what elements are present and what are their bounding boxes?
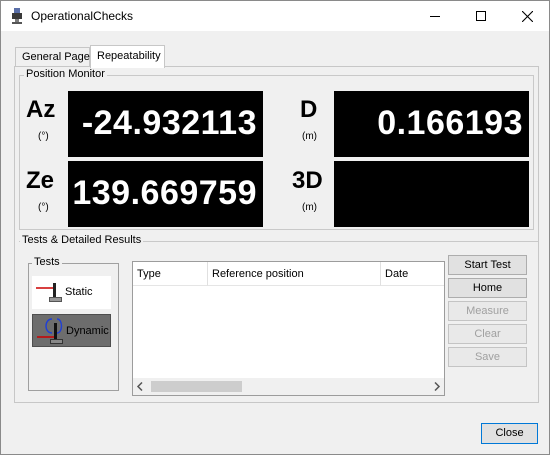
close-icon — [521, 10, 533, 22]
app-icon — [12, 8, 22, 24]
repeatability-panel: Position Monitor Az (°) -24.932113 Ze (°… — [14, 66, 539, 403]
az-label: Az — [26, 96, 56, 123]
dialog-window: OperationalChecks General Page Repeatabi… — [0, 0, 550, 455]
clear-button[interactable]: Clear — [448, 324, 527, 344]
results-table[interactable]: Type Reference position Date — [132, 261, 445, 396]
position-monitor-group: Position Monitor Az (°) -24.932113 Ze (°… — [19, 68, 534, 230]
tests-group-label: Tests — [32, 256, 62, 268]
close-button[interactable]: Close — [481, 423, 538, 444]
window-title: OperationalChecks — [31, 9, 134, 23]
column-header-reference-position[interactable]: Reference position — [208, 262, 381, 286]
title-bar[interactable]: OperationalChecks — [1, 1, 549, 31]
d3-display — [334, 161, 529, 227]
scroll-left-icon[interactable] — [136, 382, 144, 391]
d-label: D — [300, 96, 318, 123]
measure-button[interactable]: Measure — [448, 301, 527, 321]
static-test-button[interactable]: Static — [32, 276, 111, 309]
tests-results-label: Tests & Detailed Results — [20, 234, 144, 246]
az-unit: (°) — [38, 131, 49, 142]
tests-group: Tests Static Dynamic — [28, 256, 119, 391]
horizontal-scrollbar[interactable] — [133, 378, 444, 395]
dynamic-test-icon — [37, 318, 63, 344]
minimize-button[interactable] — [412, 1, 458, 31]
position-monitor-label: Position Monitor — [24, 68, 107, 80]
ze-display: 139.669759 — [68, 161, 263, 227]
scroll-right-icon[interactable] — [433, 382, 441, 391]
static-test-icon — [36, 283, 62, 302]
column-header-type[interactable]: Type — [133, 262, 208, 286]
az-display: -24.932113 — [68, 91, 263, 157]
d3-label: 3D — [292, 167, 323, 194]
d3-unit: (m) — [302, 202, 317, 213]
close-window-button[interactable] — [504, 1, 550, 31]
tab-repeatability[interactable]: Repeatability — [90, 45, 165, 68]
column-header-date[interactable]: Date — [381, 262, 444, 286]
dynamic-test-label: Dynamic — [66, 325, 109, 337]
ze-unit: (°) — [38, 202, 49, 213]
minimize-icon — [430, 16, 440, 17]
d-unit: (m) — [302, 131, 317, 142]
save-button[interactable]: Save — [448, 347, 527, 367]
tab-general-page[interactable]: General Page — [15, 47, 90, 66]
home-button[interactable]: Home — [448, 278, 527, 298]
dynamic-test-button[interactable]: Dynamic — [32, 314, 111, 347]
static-test-label: Static — [65, 286, 93, 298]
maximize-button[interactable] — [458, 1, 504, 31]
ze-label: Ze — [26, 167, 55, 194]
maximize-icon — [476, 11, 486, 21]
scrollbar-thumb[interactable] — [151, 381, 242, 392]
start-test-button[interactable]: Start Test — [448, 255, 527, 275]
d-display: 0.166193 — [334, 91, 529, 157]
